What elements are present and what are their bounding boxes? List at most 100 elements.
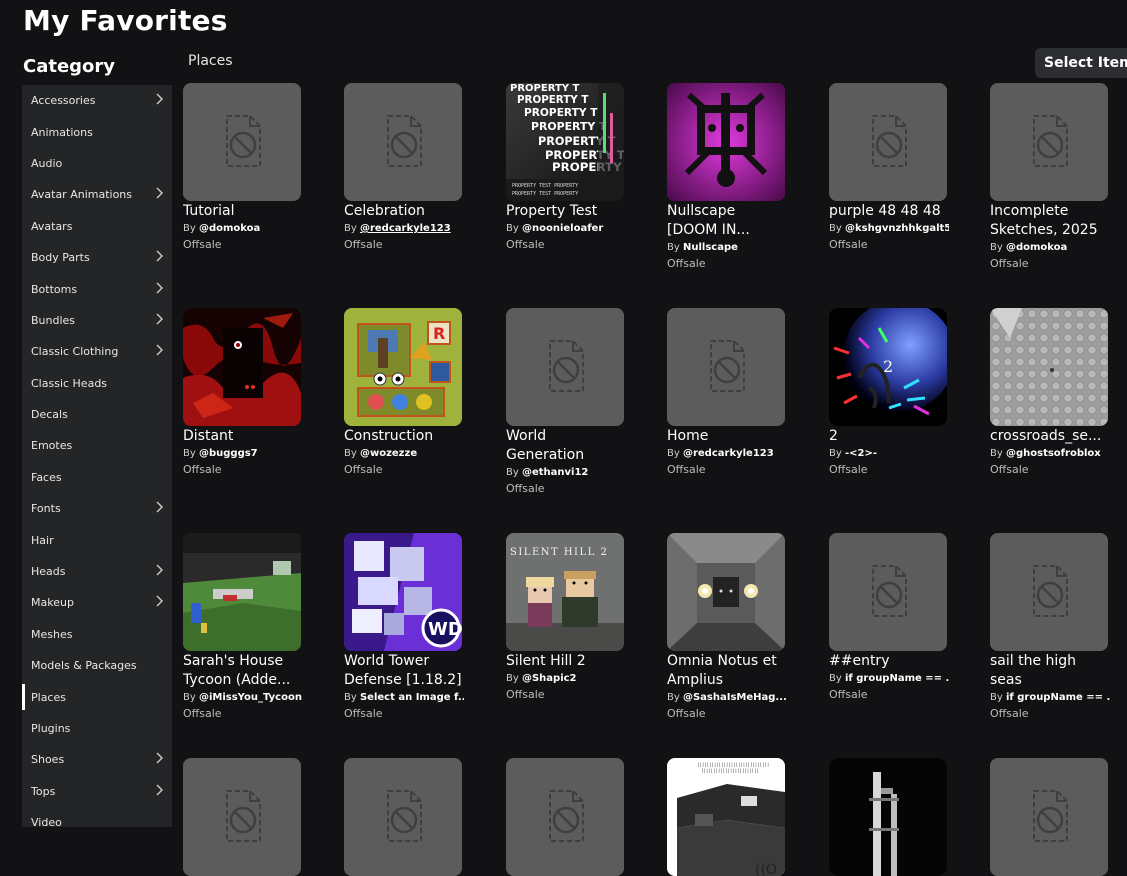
place-card[interactable]: R Construction By @wozezze Offsale bbox=[344, 308, 464, 477]
sidebar-item-video[interactable]: Video bbox=[22, 807, 172, 827]
place-thumbnail[interactable] bbox=[990, 758, 1108, 876]
place-card[interactable] bbox=[990, 758, 1110, 876]
place-card[interactable]: SILENT HILL 2 Silent Hill 2 By @Shapic2 Of… bbox=[506, 533, 626, 702]
place-name[interactable]: Nullscape [DOOM IN... bbox=[667, 202, 787, 240]
place-name[interactable]: World Generation bbox=[506, 427, 626, 465]
place-card[interactable]: purple 48 48 48 By @kshgvnzhhkgalt5 Offsal… bbox=[829, 83, 949, 252]
sidebar-item-classic-clothing[interactable]: Classic Clothing bbox=[22, 336, 172, 367]
creator-link[interactable]: @bugggs7 bbox=[199, 448, 258, 459]
place-thumbnail[interactable] bbox=[990, 533, 1108, 651]
place-name[interactable]: Tutorial bbox=[183, 202, 303, 221]
creator-link[interactable]: @Shapic2 bbox=[522, 673, 577, 684]
place-thumbnail[interactable] bbox=[506, 308, 624, 426]
sidebar-item-shoes[interactable]: Shoes bbox=[22, 744, 172, 775]
sidebar-item-meshes[interactable]: Meshes bbox=[22, 619, 172, 650]
place-thumbnail[interactable] bbox=[990, 83, 1108, 201]
creator-link[interactable]: @noonieloafer bbox=[522, 223, 603, 234]
place-thumbnail[interactable]: 2 bbox=[829, 308, 947, 426]
place-name[interactable]: Celebration bbox=[344, 202, 464, 221]
place-thumbnail[interactable] bbox=[829, 758, 947, 876]
sidebar-item-fonts[interactable]: Fonts bbox=[22, 493, 172, 524]
place-card[interactable]: Celebration By @redcarkyle123 Offsale bbox=[344, 83, 464, 252]
sidebar-item-decals[interactable]: Decals bbox=[22, 399, 172, 430]
place-card[interactable]: Home By @redcarkyle123 Offsale bbox=[667, 308, 787, 477]
place-card[interactable]: Tutorial By @domokoa Offsale bbox=[183, 83, 303, 252]
place-card[interactable] bbox=[183, 758, 303, 876]
place-thumbnail[interactable] bbox=[667, 83, 785, 201]
place-name[interactable]: Property Test bbox=[506, 202, 626, 221]
place-thumbnail[interactable] bbox=[183, 758, 301, 876]
sidebar-item-bottoms[interactable]: Bottoms bbox=[22, 273, 172, 304]
place-name[interactable]: Silent Hill 2 bbox=[506, 652, 626, 671]
creator-link[interactable]: @domokoa bbox=[1006, 242, 1067, 253]
place-thumbnail[interactable]: R bbox=[344, 308, 462, 426]
place-name[interactable]: Home bbox=[667, 427, 787, 446]
sidebar-item-faces[interactable]: Faces bbox=[22, 462, 172, 493]
creator-link[interactable]: if groupName == ... bbox=[1006, 692, 1110, 703]
place-thumbnail[interactable]: PROPERTY T PROPERTY T PROPERTY T PROPERTY T… bbox=[506, 83, 624, 201]
place-thumbnail[interactable] bbox=[183, 533, 301, 651]
sidebar-item-body-parts[interactable]: Body Parts bbox=[22, 242, 172, 273]
place-thumbnail[interactable] bbox=[990, 308, 1108, 426]
sidebar-item-bundles[interactable]: Bundles bbox=[22, 305, 172, 336]
place-thumbnail[interactable] bbox=[344, 758, 462, 876]
place-thumbnail[interactable]: WD bbox=[344, 533, 462, 651]
creator-link[interactable]: @ethanvi12 bbox=[522, 467, 588, 478]
sidebar-item-models-packages[interactable]: Models & Packages bbox=[22, 650, 172, 681]
place-name[interactable]: Omnia Notus et Amplius bbox=[667, 652, 787, 690]
sidebar-item-avatars[interactable]: Avatars bbox=[22, 211, 172, 242]
place-card[interactable]: 2 2 By -<2>- Offsale bbox=[829, 308, 949, 477]
sidebar-item-classic-heads[interactable]: Classic Heads bbox=[22, 368, 172, 399]
place-thumbnail[interactable] bbox=[667, 533, 785, 651]
creator-link[interactable]: @wozezze bbox=[360, 448, 417, 459]
creator-link[interactable]: Select an Image f... bbox=[360, 692, 464, 703]
place-name[interactable]: Distant bbox=[183, 427, 303, 446]
select-items-button[interactable]: Select Items bbox=[1035, 48, 1127, 78]
place-thumbnail[interactable]: |||||||||||||||||||||||||||||| |||||||||… bbox=[667, 758, 785, 876]
sidebar-item-places[interactable]: Places bbox=[22, 681, 172, 712]
creator-link[interactable]: @iMissYou_Tycoon bbox=[199, 692, 302, 703]
sidebar-item-accessories[interactable]: Accessories bbox=[22, 85, 172, 116]
place-thumbnail[interactable] bbox=[183, 308, 301, 426]
place-card[interactable] bbox=[829, 758, 949, 876]
place-card[interactable] bbox=[506, 758, 626, 876]
sidebar-item-makeup[interactable]: Makeup bbox=[22, 587, 172, 618]
creator-link[interactable]: @redcarkyle123 bbox=[360, 223, 451, 234]
place-card[interactable]: Incomplete Sketches, 2025 By @domokoa Offs… bbox=[990, 83, 1110, 271]
place-card[interactable]: |||||||||||||||||||||||||||||| |||||||||… bbox=[667, 758, 787, 876]
creator-link[interactable]: Nullscape bbox=[683, 242, 738, 253]
creator-link[interactable]: if groupName == ... bbox=[845, 673, 949, 684]
sidebar-item-emotes[interactable]: Emotes bbox=[22, 430, 172, 461]
place-card[interactable]: Nullscape [DOOM IN... By Nullscape Offsale bbox=[667, 83, 787, 271]
creator-link[interactable]: @domokoa bbox=[199, 223, 260, 234]
creator-link[interactable]: -<2>- bbox=[845, 448, 877, 459]
place-card[interactable]: PROPERTY T PROPERTY T PROPERTY T PROPERTY T… bbox=[506, 83, 626, 252]
place-thumbnail[interactable] bbox=[667, 308, 785, 426]
sidebar-item-audio[interactable]: Audio bbox=[22, 148, 172, 179]
place-card[interactable]: Sarah's House Tycoon (Adde... By @iMissYo… bbox=[183, 533, 303, 721]
place-name[interactable]: purple 48 48 48 bbox=[829, 202, 949, 221]
place-thumbnail[interactable] bbox=[829, 83, 947, 201]
creator-link[interactable]: @redcarkyle123 bbox=[683, 448, 774, 459]
place-thumbnail[interactable] bbox=[829, 533, 947, 651]
creator-link[interactable]: @ghostsofroblox bbox=[1006, 448, 1101, 459]
place-name[interactable]: sail the high seas bbox=[990, 652, 1110, 690]
place-thumbnail[interactable] bbox=[344, 83, 462, 201]
place-name[interactable]: Sarah's House Tycoon (Adde... bbox=[183, 652, 303, 690]
place-name[interactable]: World Tower Defense [1.18.2] bbox=[344, 652, 464, 690]
place-card[interactable]: World Generation By @ethanvi12 Offsale bbox=[506, 308, 626, 496]
place-card[interactable] bbox=[344, 758, 464, 876]
place-thumbnail[interactable] bbox=[183, 83, 301, 201]
place-thumbnail[interactable]: SILENT HILL 2 bbox=[506, 533, 624, 651]
sidebar-item-animations[interactable]: Animations bbox=[22, 116, 172, 147]
place-name[interactable]: ##entry bbox=[829, 652, 949, 671]
creator-link[interactable]: @SashaIsMeHag... bbox=[683, 692, 787, 703]
place-card[interactable]: sail the high seas By if groupName == ...… bbox=[990, 533, 1110, 721]
place-name[interactable]: crossroads_se... bbox=[990, 427, 1110, 446]
place-card[interactable]: Omnia Notus et Amplius By @SashaIsMeHag..… bbox=[667, 533, 787, 721]
sidebar-item-hair[interactable]: Hair bbox=[22, 524, 172, 555]
place-card[interactable]: ##entry By if groupName == ... Offsale bbox=[829, 533, 949, 702]
sidebar-item-heads[interactable]: Heads bbox=[22, 556, 172, 587]
sidebar-item-plugins[interactable]: Plugins bbox=[22, 713, 172, 744]
place-card[interactable]: Distant By @bugggs7 Offsale bbox=[183, 308, 303, 477]
